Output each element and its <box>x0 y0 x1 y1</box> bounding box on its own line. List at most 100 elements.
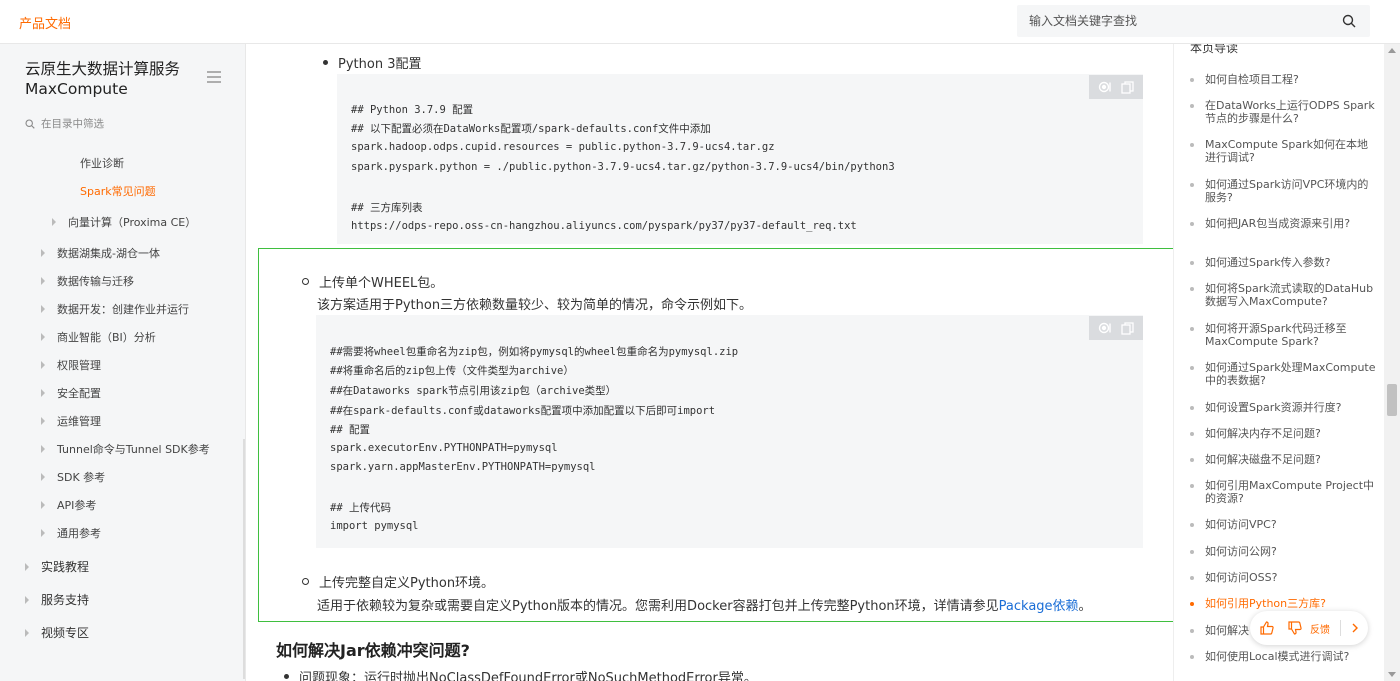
menu-collapse-icon[interactable] <box>207 71 221 83</box>
scroll-down-icon[interactable] <box>1388 672 1396 677</box>
doc-sidebar: 云原生大数据计算服务 MaxCompute 在目录中筛选 作业诊断 Spark常… <box>0 44 246 681</box>
code-line: spark.executorEnv.PYTHONPATH=pymysql <box>330 442 558 454</box>
sidebar-item-videos[interactable]: 视频专区 <box>25 624 89 641</box>
brand-link[interactable]: 产品文档 <box>19 13 71 32</box>
sidebar-item-bi[interactable]: 商业智能（BI）分析 <box>41 329 156 345</box>
sidebar-item-tutorials[interactable]: 实践教程 <box>25 558 89 575</box>
sidebar-item-label: 安全配置 <box>57 387 101 400</box>
sidebar-item-spark-faq[interactable]: Spark常见问题 <box>80 183 156 199</box>
toc-item-label: 如何访问VPC? <box>1205 518 1277 531</box>
toc-bullet <box>1190 602 1194 606</box>
sidebar-item-support[interactable]: 服务支持 <box>25 591 89 608</box>
sidebar-item-proxima[interactable]: 向量计算（Proxima CE） <box>52 214 196 230</box>
sidebar-scrollbar[interactable] <box>243 439 245 679</box>
sidebar-item-lakehouse[interactable]: 数据湖集成-湖仓一体 <box>41 245 160 261</box>
code-line: ## Python 3.7.9 配置 <box>351 104 474 116</box>
toc-item[interactable]: 如何设置Spark资源并行度? <box>1190 401 1378 414</box>
code-line: spark.hadoop.odps.cupid.resources = publ… <box>351 141 775 153</box>
toc-item[interactable]: 如何使用Local模式进行调试? <box>1190 650 1378 663</box>
toc-bullet <box>1190 458 1194 462</box>
code-line: ## 以下配置必须在DataWorks配置项/spark-defaults.co… <box>351 123 711 135</box>
toc-item[interactable]: 如何解决内存不足问题? <box>1190 427 1378 440</box>
sidebar-item-api[interactable]: API参考 <box>41 497 96 513</box>
toc-item[interactable]: 如何解决磁盘不足问题? <box>1190 453 1378 466</box>
toc-item[interactable]: 如何访问VPC? <box>1190 518 1378 531</box>
toc-item[interactable]: 在DataWorks上运行ODPS Spark节点的步骤是什么? <box>1190 99 1378 125</box>
code-line: ## 配置 <box>330 424 370 436</box>
sidebar-item-label: 商业智能（BI）分析 <box>57 331 156 344</box>
chevron-right-icon <box>41 277 45 285</box>
doc-search-input[interactable] <box>1029 11 1329 31</box>
toc-bullet <box>1190 183 1194 187</box>
copy-icon[interactable] <box>1121 80 1134 94</box>
scrollbar-thumb[interactable] <box>1387 384 1397 416</box>
jar-symptom-text: 问题现象：运行时抛出NoClassDefFoundError或NoSuchMet… <box>299 671 757 681</box>
code-line: ##在Dataworks spark节点引用该zip包（archive类型） <box>330 385 617 397</box>
toc-heading: 本页导读 <box>1190 44 1239 55</box>
toc-bullet <box>1190 78 1194 82</box>
env-option-desc-tail: 。 <box>1078 599 1092 614</box>
sidebar-item-label: 数据湖集成-湖仓一体 <box>57 247 160 260</box>
toc-item[interactable]: 如何将Spark流式读取的DataHub数据写入MaxCompute? <box>1190 282 1378 308</box>
toc-item[interactable]: 如何访问OSS? <box>1190 571 1378 584</box>
sidebar-item-ops[interactable]: 运维管理 <box>41 413 101 429</box>
doc-search-box[interactable] <box>1017 5 1370 37</box>
code-line: import pymysql <box>330 520 419 532</box>
toc-bullet <box>1190 327 1194 331</box>
code-line: ## 三方库列表 <box>351 202 423 214</box>
wheel-option-title: 上传单个WHEEL包。 <box>319 276 444 291</box>
search-icon[interactable] <box>1342 14 1356 28</box>
toc-item[interactable]: 如何将开源Spark代码迁移至MaxCompute Spark? <box>1190 322 1378 348</box>
toc-item-label: 如何通过Spark传入参数? <box>1205 256 1331 269</box>
sidebar-item-data-transfer[interactable]: 数据传输与迁移 <box>41 273 134 289</box>
sidebar-item-label: 视频专区 <box>41 626 90 640</box>
sidebar-item-label: 向量计算（Proxima CE） <box>68 216 197 229</box>
sidebar-item-permissions[interactable]: 权限管理 <box>41 357 101 373</box>
toc-item[interactable]: 如何访问公网? <box>1190 545 1378 558</box>
toc-bullet <box>1190 222 1194 226</box>
scroll-up-icon[interactable] <box>1388 48 1396 53</box>
toc-bullet <box>1190 261 1194 265</box>
feedback-button[interactable]: 反馈 <box>1310 621 1330 636</box>
chevron-right-icon <box>41 249 45 257</box>
chevron-right-icon <box>41 501 45 509</box>
sidebar-item-security[interactable]: 安全配置 <box>41 385 101 401</box>
sidebar-item-general-ref[interactable]: 通用参考 <box>41 525 101 541</box>
sidebar-item-data-dev[interactable]: 数据开发：创建作业并运行 <box>41 301 189 317</box>
toc-bullet <box>1190 406 1194 410</box>
toc-item[interactable]: 如何通过Spark处理MaxCompute中的表数据? <box>1190 361 1378 387</box>
chevron-right-icon[interactable] <box>1351 623 1359 633</box>
toc-item-label: 在DataWorks上运行ODPS Spark节点的步骤是什么? <box>1205 99 1375 125</box>
toc-item[interactable]: 如何通过Spark访问VPC环境内的服务? <box>1190 178 1378 204</box>
bullet-ring <box>302 578 309 585</box>
chevron-right-icon <box>41 417 45 425</box>
toc-item-label: 如何自检项目工程? <box>1205 73 1299 86</box>
catalog-filter[interactable]: 在目录中筛选 <box>25 116 104 131</box>
sidebar-item-label: 数据传输与迁移 <box>57 275 134 288</box>
package-dependency-link[interactable]: Package依赖 <box>999 599 1079 614</box>
toc-item[interactable]: 如何通过Spark传入参数? <box>1190 256 1378 269</box>
thumbs-down-icon[interactable] <box>1288 621 1302 635</box>
chevron-right-icon <box>41 445 45 453</box>
env-option-bullet: 上传完整自定义Python环境。 <box>302 572 494 591</box>
toc-item[interactable]: 如何自检项目工程? <box>1190 73 1378 86</box>
sidebar-item-label: Spark常见问题 <box>80 185 156 198</box>
sidebar-item-sdk[interactable]: SDK 参考 <box>41 469 105 485</box>
chevron-right-icon <box>41 473 45 481</box>
sidebar-item-job-diagnosis[interactable]: 作业诊断 <box>80 155 124 171</box>
toc-item-active[interactable]: 如何引用Python三方库? <box>1190 597 1378 610</box>
toc-item[interactable]: 如何把JAR包当成资源来引用? <box>1190 217 1378 230</box>
env-option-desc: 适用于依赖较为复杂或需要自定义Python版本的情况。您需利用Docker容器打… <box>317 595 1092 614</box>
theme-toggle-icon[interactable] <box>1098 81 1114 93</box>
page-toc: 本页导读 如何自检项目工程? 在DataWorks上运行ODPS Spark节点… <box>1173 44 1384 681</box>
page-scrollbar[interactable] <box>1384 44 1400 681</box>
code-line: spark.yarn.appMasterEnv.PYTHONPATH=pymys… <box>330 461 596 473</box>
toc-item[interactable]: MaxCompute Spark如何在本地进行调试? <box>1190 138 1378 164</box>
toc-bullet <box>1190 143 1194 147</box>
copy-icon[interactable] <box>1121 321 1134 335</box>
toc-item[interactable]: 如何引用MaxCompute Project中的资源? <box>1190 479 1378 505</box>
theme-toggle-icon[interactable] <box>1098 322 1114 334</box>
env-option-desc-text: 适用于依赖较为复杂或需要自定义Python版本的情况。您需利用Docker容器打… <box>317 599 999 614</box>
sidebar-item-tunnel[interactable]: Tunnel命令与Tunnel SDK参考 <box>41 441 210 457</box>
thumbs-up-icon[interactable] <box>1260 621 1274 635</box>
